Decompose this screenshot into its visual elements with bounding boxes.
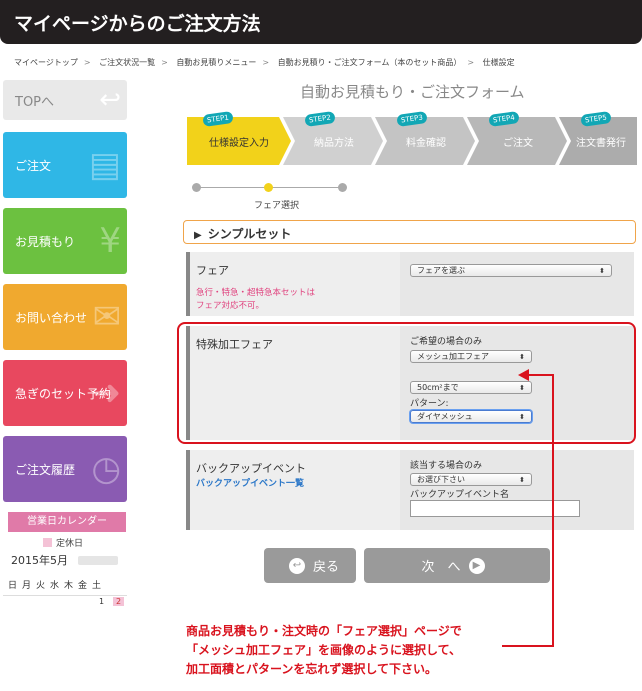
sidebar-item-estimate[interactable]: お見積もり ¥ [3, 208, 127, 274]
callout-arrow-vertical [552, 374, 554, 647]
calendar-legend: 定休日 [43, 536, 127, 549]
sidebar-top-link[interactable]: TOPへ ↩ [3, 80, 127, 120]
breadcrumb-item[interactable]: 自動お見積りメニュー [176, 58, 256, 67]
backup-select[interactable]: お選び下さい ⬍ [410, 473, 532, 486]
select-arrows-icon: ⬍ [599, 266, 605, 275]
sidebar-item-label: お問い合わせ [15, 310, 88, 325]
step-badge: STEP3 [396, 110, 428, 128]
page-banner: マイページからのご注文方法 [0, 0, 642, 44]
back-arrow-icon: ↩ [288, 557, 305, 574]
calendar-month: 2015年5月 [11, 552, 127, 568]
calendar-title: 営業日カレンダー [8, 512, 126, 532]
yen-icon: ¥ [99, 221, 121, 261]
sidebar-item-label: お見積もり [15, 234, 76, 249]
instruction-note: 商品お見積もり・注文時の「フェア選択」ページで 「メッシュ加工フェア」を画像のよ… [186, 624, 462, 676]
sidebar-item-label: ご注文 [15, 158, 52, 173]
calendar-pager[interactable] [78, 555, 118, 565]
row-fair: フェア 急行・特急・超特急本セットは フェア対応不可。 フェアを選ぶ ⬍ [186, 252, 634, 316]
step-badge: STEP1 [202, 110, 234, 128]
fair-select[interactable]: フェアを選ぶ ⬍ [410, 264, 612, 277]
row-label: フェア 急行・特急・超特急本セットは フェア対応不可。 [186, 252, 400, 316]
sidebar-item-contact[interactable]: お問い合わせ ✉ [3, 284, 127, 350]
step-3: STEP3 料金確認 [381, 110, 471, 165]
backup-name-label: バックアップイベント名 [410, 490, 510, 500]
sidebar: TOPへ ↩ ご注文 ▤ お見積もり ¥ お問い合わせ ✉ 急ぎのセット予約 ➜… [3, 80, 127, 607]
progress-dot [192, 183, 201, 192]
section-heading: シンプルセット [183, 220, 636, 244]
step-4: STEP4 ご注文 [473, 110, 563, 165]
callout-arrowhead [518, 369, 529, 381]
clock-icon: ◷ [91, 449, 121, 489]
progress-dot [338, 183, 347, 192]
sub-progress: フェア選択 [190, 181, 350, 211]
calendar-week-row: 1 2 [3, 595, 127, 607]
mail-icon: ✉ [92, 297, 122, 337]
sidebar-item-rush-booking[interactable]: 急ぎのセット予約 ➜ [3, 360, 127, 426]
breadcrumb-item[interactable]: マイページトップ [14, 58, 78, 67]
step-5: STEP5 注文書発行 [565, 110, 637, 165]
document-icon: ▤ [88, 145, 121, 185]
form-title: 自動お見積もり・ご注文フォーム [300, 83, 525, 101]
sidebar-top-label: TOPへ [15, 94, 55, 110]
select-arrows-icon: ⬍ [519, 475, 525, 484]
back-button[interactable]: ↩ 戻る [264, 548, 356, 583]
step-badge: STEP2 [304, 110, 336, 128]
progress-label: フェア選択 [254, 201, 300, 211]
progress-dot-current [264, 183, 273, 192]
holiday-swatch [43, 538, 52, 547]
sidebar-item-history[interactable]: ご注文履歴 ◷ [3, 436, 127, 502]
calendar-day: 1 [99, 597, 105, 606]
row-label: バックアップイベント バックアップイベント一覧 [186, 450, 400, 530]
sidebar-item-order[interactable]: ご注文 ▤ [3, 132, 127, 198]
callout-arrow-top [528, 374, 554, 376]
play-icon: ▶ [468, 557, 485, 574]
next-button[interactable]: 次 へ ▶ [364, 548, 550, 583]
sidebar-item-label: ご注文履歴 [15, 462, 76, 477]
breadcrumb: マイページトップ > ご注文状況一覧 > 自動お見積りメニュー > 自動お見積り・ご注… [14, 58, 515, 67]
breadcrumb-item[interactable]: ご注文状況一覧 [99, 58, 155, 67]
breadcrumb-current: 仕様設定 [482, 58, 515, 67]
fair-warning: 急行・特急・超特急本セットは フェア対応不可。 [196, 288, 316, 311]
banner-title: マイページからのご注文方法 [14, 13, 261, 35]
arrow-right-icon: ➜ [92, 373, 122, 413]
backup-event-list-link[interactable]: バックアップイベント一覧 [196, 476, 394, 489]
backup-name-input[interactable] [410, 500, 580, 517]
breadcrumb-item[interactable]: 自動お見積り・ご注文フォーム（本のセット商品） [278, 58, 462, 67]
step-badge: STEP4 [488, 110, 520, 128]
calendar-day-holiday: 2 [113, 597, 125, 606]
step-1: STEP1 仕様設定入力 [187, 110, 291, 165]
callout-arrow-horizontal [502, 645, 554, 647]
calendar-weekdays: 日月火水木金土 [8, 581, 107, 591]
row-value: フェアを選ぶ ⬍ [400, 252, 634, 316]
backup-hint: 該当する場合のみ [410, 461, 483, 471]
return-arrow-icon: ↩ [99, 85, 121, 115]
step-2: STEP2 納品方法 [289, 110, 379, 165]
highlight-box [177, 322, 636, 444]
row-value: 該当する場合のみ お選び下さい ⬍ バックアップイベント名 [400, 450, 634, 530]
row-backup-event: バックアップイベント バックアップイベント一覧 該当する場合のみ お選び下さい ⬍… [186, 450, 634, 530]
step-badge: STEP5 [580, 110, 612, 128]
